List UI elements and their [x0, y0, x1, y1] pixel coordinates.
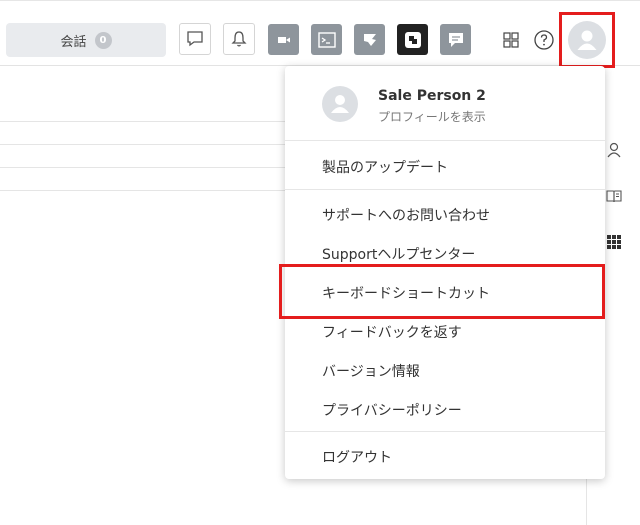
apps-grid-icon [607, 235, 621, 249]
content-divider [0, 190, 285, 191]
apps-panel-button[interactable] [604, 232, 624, 252]
book-icon [606, 190, 622, 203]
person-icon [607, 142, 621, 158]
video-camera-icon [277, 36, 290, 43]
conversation-count-badge: 0 [94, 31, 112, 49]
menu-item-version-info[interactable]: バージョン情報 [322, 361, 420, 381]
chat-bubble-button[interactable] [179, 23, 211, 55]
profile-avatar [322, 86, 358, 122]
help-button[interactable] [531, 27, 557, 53]
app-logo-icon [404, 31, 421, 48]
conversation-button[interactable]: 会話 0 [6, 23, 166, 57]
content-divider [0, 121, 285, 122]
menu-item-feedback[interactable]: フィードバックを返す [322, 322, 462, 342]
chat-bubble-icon [187, 31, 203, 47]
knowledge-panel-button[interactable] [604, 186, 624, 206]
keyboard-shortcuts-highlight [279, 264, 605, 319]
flag-icon [363, 33, 376, 46]
user-avatar-button[interactable] [559, 12, 615, 68]
app-logo-button[interactable] [397, 24, 428, 55]
contact-panel-button[interactable] [604, 140, 624, 160]
menu-divider [285, 189, 605, 190]
notification-button[interactable] [223, 23, 255, 55]
grid-icon [503, 32, 519, 48]
user-avatar [568, 21, 606, 59]
content-divider [0, 144, 285, 145]
menu-divider [285, 431, 605, 432]
profile-link[interactable]: Sale Person 2 プロフィールを表示 [285, 66, 605, 140]
terminal-icon [317, 31, 336, 48]
bell-icon [231, 31, 247, 47]
message-icon [448, 32, 463, 47]
apps-button[interactable] [498, 27, 524, 53]
content-divider [0, 167, 285, 168]
message-button[interactable] [440, 24, 471, 55]
view-profile-label: プロフィールを表示 [378, 110, 486, 124]
menu-item-help-center[interactable]: Supportヘルプセンター [322, 244, 475, 264]
menu-item-privacy-policy[interactable]: プライバシーポリシー [322, 400, 462, 420]
user-avatar-icon [331, 95, 349, 113]
menu-item-contact-support[interactable]: サポートへのお問い合わせ [322, 205, 490, 225]
menu-item-logout[interactable]: ログアウト [322, 447, 392, 467]
menu-divider [285, 140, 605, 141]
flag-app-button[interactable] [354, 24, 385, 55]
terminal-button[interactable] [311, 24, 342, 55]
help-icon [534, 30, 554, 50]
video-button[interactable] [268, 24, 299, 55]
top-toolbar: 会話 0 [0, 0, 640, 68]
user-avatar-icon [577, 30, 597, 50]
conversation-label: 会話 [60, 34, 87, 50]
profile-name: Sale Person 2 [378, 88, 486, 104]
menu-item-product-updates[interactable]: 製品のアップデート [322, 157, 448, 177]
